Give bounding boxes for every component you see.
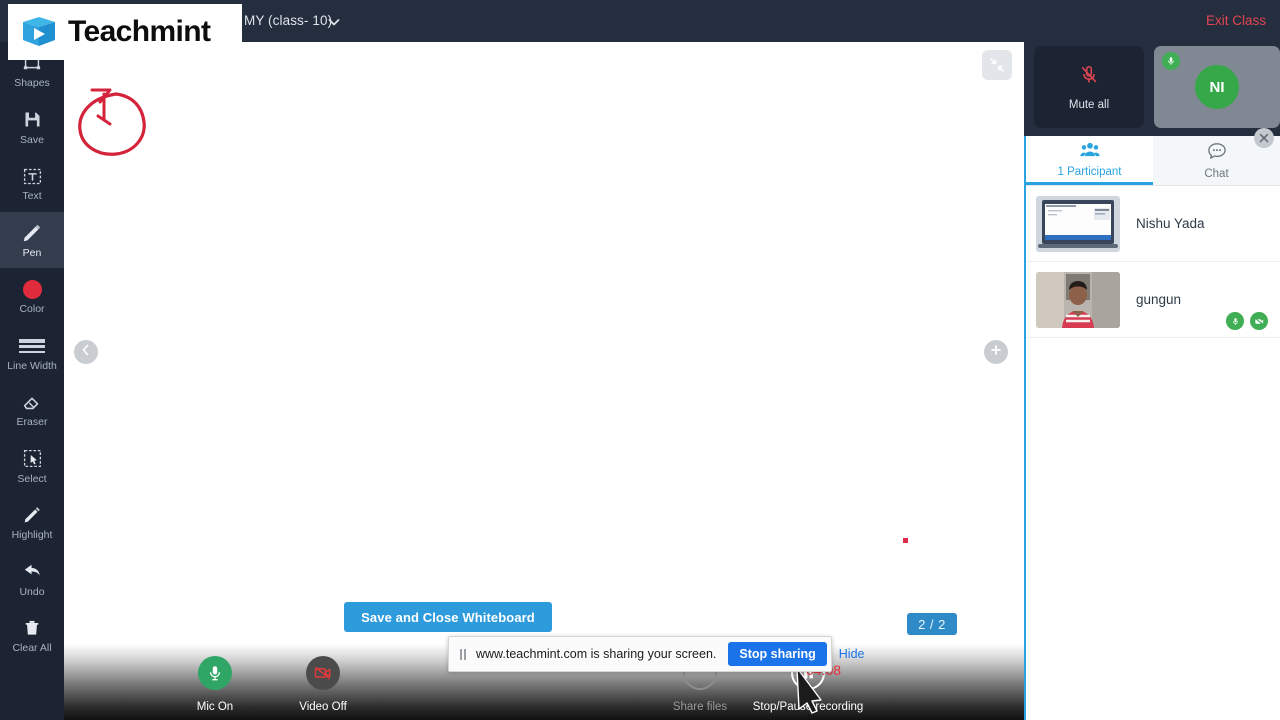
video-control-label: Video Off bbox=[299, 701, 347, 713]
tool-pen[interactable]: Pen bbox=[0, 211, 64, 268]
whiteboard-tool-rail: Shapes Save Text Pen Color Line Width Er… bbox=[0, 42, 64, 720]
tool-select[interactable]: Select bbox=[0, 438, 64, 495]
tool-line-width[interactable]: Line Width bbox=[0, 325, 64, 382]
chevron-down-icon[interactable] bbox=[326, 14, 342, 30]
plus-icon bbox=[990, 343, 1002, 361]
recording-control-label: Stop/Pause recording bbox=[752, 701, 864, 713]
tool-label: Shapes bbox=[14, 77, 50, 90]
tool-eraser[interactable]: Eraser bbox=[0, 381, 64, 438]
participants-chat-card: 1 Participant Chat Nishu Yada gungun bbox=[1024, 136, 1280, 720]
highlighter-icon bbox=[21, 503, 43, 527]
undo-arrow-icon bbox=[21, 560, 44, 584]
panel-tabs: 1 Participant Chat bbox=[1026, 136, 1280, 186]
screen-share-message: www.teachmint.com is sharing your screen… bbox=[476, 647, 717, 661]
tool-label: Save bbox=[20, 133, 44, 146]
participants-icon bbox=[1079, 141, 1100, 163]
screenshare-thumbnail bbox=[1036, 195, 1120, 252]
trash-icon bbox=[22, 616, 42, 640]
book-play-logo-icon bbox=[20, 13, 58, 51]
right-side-panel: Mute all NI 1 Participant Chat Nishu Yad… bbox=[1024, 42, 1280, 720]
camera-off-icon[interactable] bbox=[1250, 312, 1268, 330]
class-whiteboard-screen: MY (class- 10) Exit Class Shapes Save Te… bbox=[0, 0, 1280, 720]
participant-name: Nishu Yada bbox=[1136, 216, 1205, 231]
screen-share-banner: www.teachmint.com is sharing your screen… bbox=[448, 636, 865, 672]
collapse-inward-icon[interactable] bbox=[982, 50, 1012, 80]
stop-sharing-button[interactable]: Stop sharing bbox=[728, 642, 827, 666]
camera-off-icon bbox=[306, 656, 340, 690]
mic-control[interactable]: Mic On bbox=[169, 656, 261, 713]
tool-highlight[interactable]: Highlight bbox=[0, 494, 64, 551]
tool-label: Highlight bbox=[11, 529, 53, 542]
text-box-icon bbox=[22, 164, 43, 188]
select-marquee-icon bbox=[22, 447, 43, 471]
save-disk-icon bbox=[22, 108, 43, 132]
exit-class-button[interactable]: Exit Class bbox=[1206, 13, 1266, 28]
share-files-label: Share files bbox=[672, 701, 728, 713]
mute-all-button[interactable]: Mute all bbox=[1034, 46, 1144, 128]
tab-participants-label: 1 Participant bbox=[1057, 165, 1122, 178]
participant-name: gungun bbox=[1136, 292, 1182, 307]
tool-label: Text bbox=[22, 190, 42, 203]
pause-bars-icon bbox=[460, 648, 466, 660]
video-control[interactable]: Video Off bbox=[277, 656, 369, 713]
eraser-icon bbox=[21, 390, 43, 414]
chat-bubble-icon bbox=[1207, 142, 1227, 165]
save-and-close-whiteboard-button[interactable]: Save and Close Whiteboard bbox=[344, 602, 552, 632]
list-item[interactable]: Nishu Yada bbox=[1026, 186, 1280, 262]
mic-muted-icon bbox=[1078, 64, 1100, 91]
tool-label: Line Width bbox=[7, 359, 57, 372]
tool-label: Select bbox=[17, 472, 47, 485]
close-icon[interactable] bbox=[1254, 128, 1274, 148]
participant-actions bbox=[1226, 312, 1268, 330]
tool-label: Undo bbox=[19, 585, 45, 598]
pen-icon bbox=[21, 221, 43, 245]
tab-participants[interactable]: 1 Participant bbox=[1026, 136, 1153, 185]
tool-color[interactable]: Color bbox=[0, 268, 64, 325]
microphone-icon[interactable] bbox=[1226, 312, 1244, 330]
webcam-thumbnail bbox=[1036, 271, 1120, 328]
color-swatch-icon bbox=[22, 277, 42, 301]
brand-name: Teachmint bbox=[68, 15, 211, 48]
tool-label: Clear All bbox=[12, 642, 52, 655]
page-indicator: 2 / 2 bbox=[907, 613, 957, 635]
previous-page-button[interactable] bbox=[74, 340, 98, 364]
add-page-button[interactable] bbox=[984, 340, 1008, 364]
hide-banner-link[interactable]: Hide bbox=[839, 647, 865, 661]
microphone-icon bbox=[1162, 52, 1180, 70]
chevron-left-icon bbox=[80, 343, 92, 361]
tool-label: Pen bbox=[22, 246, 42, 259]
mute-all-label: Mute all bbox=[1068, 98, 1110, 111]
microphone-icon bbox=[198, 656, 232, 690]
tool-undo[interactable]: Undo bbox=[0, 551, 64, 608]
tool-clear-all[interactable]: Clear All bbox=[0, 607, 64, 664]
self-video-tile[interactable]: NI bbox=[1154, 46, 1280, 128]
mic-control-label: Mic On bbox=[196, 701, 234, 713]
tool-label: Eraser bbox=[16, 416, 48, 429]
class-title: MY (class- 10) bbox=[244, 13, 333, 28]
whiteboard-ink-drawing bbox=[78, 88, 908, 543]
avatar: NI bbox=[1195, 65, 1239, 109]
tab-chat-label: Chat bbox=[1204, 167, 1229, 180]
tool-text[interactable]: Text bbox=[0, 155, 64, 212]
whiteboard-canvas[interactable] bbox=[64, 42, 1024, 644]
tool-label: Color bbox=[19, 303, 45, 316]
video-tiles: Mute all NI bbox=[1034, 46, 1280, 136]
teachmint-logo-overlay: Teachmint bbox=[8, 4, 242, 60]
line-width-icon bbox=[19, 334, 45, 358]
list-item[interactable]: gungun bbox=[1026, 262, 1280, 338]
tool-save[interactable]: Save bbox=[0, 99, 64, 156]
